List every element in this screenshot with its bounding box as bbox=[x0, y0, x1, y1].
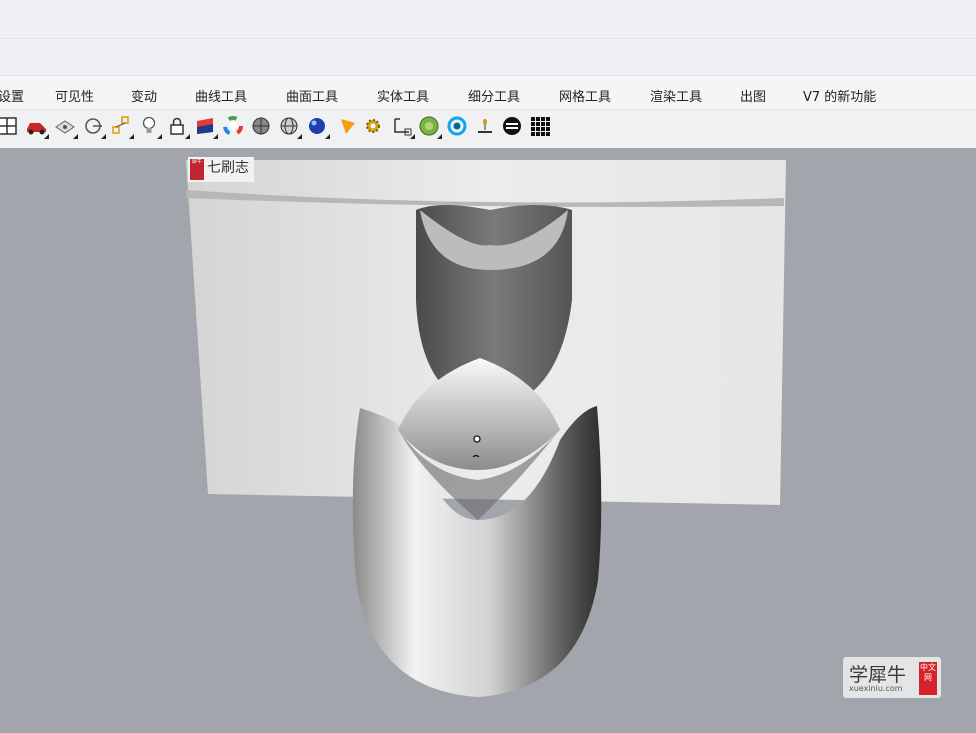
toolbar-tabs: 设置 可见性 变动 曲线工具 曲面工具 实体工具 细分工具 网格工具 渲染工具 … bbox=[0, 76, 976, 110]
ground-icon[interactable] bbox=[472, 113, 498, 139]
tab-v7-new[interactable]: V7 的新功能 bbox=[803, 86, 876, 105]
stripes-icon[interactable] bbox=[499, 113, 525, 139]
wire-sphere-icon[interactable] bbox=[276, 113, 302, 139]
gear-icon[interactable] bbox=[360, 113, 386, 139]
tab-drafting[interactable]: 出图 bbox=[740, 86, 766, 105]
cone-light-icon[interactable] bbox=[335, 113, 361, 139]
watermark-badge: 中文网 bbox=[919, 662, 937, 695]
gray-sphere-icon[interactable] bbox=[248, 113, 274, 139]
tab-curve-tools[interactable]: 曲线工具 bbox=[195, 86, 247, 105]
tab-render-tools[interactable]: 渲染工具 bbox=[650, 86, 702, 105]
viewport-layout-icon[interactable] bbox=[0, 113, 20, 139]
light-bulb-icon[interactable] bbox=[136, 113, 162, 139]
tab-settings[interactable]: 设置 bbox=[0, 86, 24, 105]
tab-solid-tools[interactable]: 实体工具 bbox=[377, 86, 429, 105]
render-toolbar bbox=[0, 110, 976, 148]
named-views-icon[interactable] bbox=[52, 113, 78, 139]
rendering-icon[interactable] bbox=[444, 113, 470, 139]
watermark: 学犀牛 xuexiniu.com 中文网 bbox=[843, 657, 941, 698]
car-icon[interactable] bbox=[23, 113, 49, 139]
dimension-icon[interactable] bbox=[389, 113, 415, 139]
blue-sphere-icon[interactable] bbox=[304, 113, 330, 139]
background-logo-text: 七刷志 bbox=[207, 160, 249, 176]
tab-surface-tools[interactable]: 曲面工具 bbox=[286, 86, 338, 105]
gumball-point bbox=[473, 435, 481, 443]
background-logo: 犀牛 七刷志 rebloaynx bbox=[188, 157, 254, 182]
title-bar-area bbox=[0, 0, 976, 39]
tab-mesh-tools[interactable]: 网格工具 bbox=[559, 86, 611, 105]
watermark-title: 学犀牛 bbox=[849, 664, 907, 686]
tab-subd-tools[interactable]: 细分工具 bbox=[468, 86, 520, 105]
clipping-icon[interactable] bbox=[80, 113, 106, 139]
command-area bbox=[0, 39, 976, 76]
tab-visibility[interactable]: 可见性 bbox=[55, 86, 94, 105]
lock-icon[interactable] bbox=[164, 113, 190, 139]
camera-target-icon[interactable] bbox=[108, 113, 134, 139]
render-viewport[interactable] bbox=[0, 148, 976, 733]
layer-material-icon[interactable] bbox=[192, 113, 218, 139]
background-logo-badge: 犀牛 bbox=[190, 159, 204, 180]
environment-icon[interactable] bbox=[416, 113, 442, 139]
grid-icon[interactable] bbox=[527, 113, 553, 139]
watermark-url: xuexiniu.com bbox=[849, 684, 903, 693]
color-wheel-icon[interactable] bbox=[220, 113, 246, 139]
tab-transform[interactable]: 变动 bbox=[131, 86, 157, 105]
